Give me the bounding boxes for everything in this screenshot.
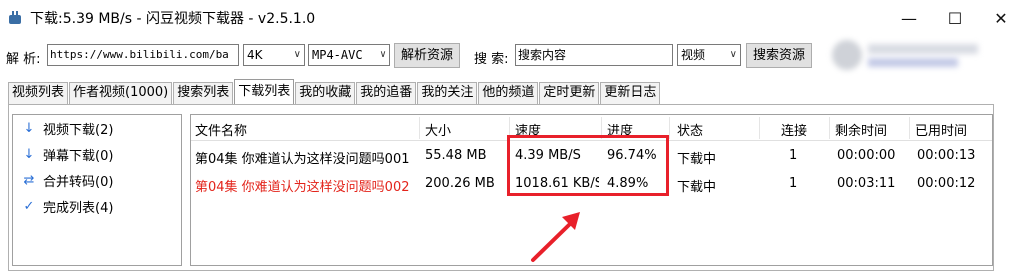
- tab-search-list[interactable]: 搜索列表: [173, 82, 234, 104]
- nav-item-label: 完成列表(4): [43, 200, 114, 216]
- tab-download-list[interactable]: 下载列表: [234, 79, 295, 104]
- nav-item-completed-list[interactable]: ✓ 完成列表(4): [21, 197, 114, 216]
- tab-favorites[interactable]: 我的收藏: [295, 82, 356, 104]
- down-arrow-icon: ↓: [23, 146, 35, 162]
- nav-item-danmaku-download[interactable]: ↓ 弹幕下载(0): [21, 145, 114, 164]
- close-button[interactable]: ✕: [978, 0, 1024, 36]
- highlight-box: [507, 135, 669, 196]
- tab-their-channel[interactable]: 他的频道: [478, 82, 539, 104]
- cell-remaining-time: 00:03:11: [837, 176, 896, 191]
- tab-following[interactable]: 我的关注: [417, 82, 478, 104]
- window-title: 下载:5.39 MB/s - 闪豆视频下载器 - v2.5.1.0: [30, 11, 316, 27]
- title-bar: 下载:5.39 MB/s - 闪豆视频下载器 - v2.5.1.0 — ☐ ✕: [0, 0, 1024, 36]
- nav-item-label: 弹幕下载(0): [43, 148, 114, 164]
- tab-author-videos[interactable]: 作者视频(1000): [69, 82, 173, 104]
- cell-filename: 第04集 你难道认为这样没问题吗001: [195, 152, 410, 167]
- quality-value: 4K: [247, 48, 263, 62]
- maximize-button[interactable]: ☐: [932, 0, 978, 36]
- tab-my-bangumi[interactable]: 我的追番: [356, 82, 417, 104]
- nav-item-video-download[interactable]: ↓ 视频下载(2): [21, 119, 114, 138]
- column-header-status[interactable]: 状态: [677, 120, 703, 139]
- cell-filename: 第04集 你难道认为这样没问题吗002: [195, 180, 410, 195]
- chevron-down-icon: ∨: [729, 49, 737, 60]
- cell-connections: 1: [789, 176, 798, 191]
- download-category-list: ↓ 视频下载(2) ↓ 弹幕下载(0) ⇄ 合并转码(0) ✓ 完成列表(4): [12, 114, 182, 266]
- column-header-elapsed-time[interactable]: 已用时间: [915, 120, 967, 139]
- tab-scheduled-update[interactable]: 定时更新: [539, 82, 600, 104]
- quality-select[interactable]: 4K ∨: [243, 44, 305, 66]
- format-select[interactable]: MP4-AVC ∨: [308, 44, 390, 66]
- chevron-down-icon: ∨: [293, 49, 301, 60]
- cell-remaining-time: 00:00:00: [837, 148, 896, 163]
- nav-item-label: 视频下载(2): [43, 122, 114, 138]
- search-label: 搜 索:: [474, 52, 509, 67]
- cell-elapsed-time: 00:00:13: [917, 148, 976, 163]
- parse-button[interactable]: 解析资源: [394, 43, 460, 68]
- cell-status: 下载中: [677, 152, 717, 167]
- nav-item-label: 合并转码(0): [43, 174, 114, 190]
- search-button[interactable]: 搜索资源: [746, 43, 812, 68]
- column-header-connections[interactable]: 连接: [781, 120, 807, 139]
- search-type-select[interactable]: 视频 ∨: [677, 44, 741, 66]
- cell-size: 55.48 MB: [425, 148, 487, 163]
- cell-connections: 1: [789, 148, 798, 163]
- tab-video-list[interactable]: 视频列表: [8, 82, 69, 104]
- column-header-filename[interactable]: 文件名称: [195, 120, 247, 139]
- app-icon: [8, 11, 22, 25]
- search-type-value: 视频: [681, 48, 706, 62]
- tab-changelog[interactable]: 更新日志: [600, 82, 661, 104]
- blurred-user-avatar: [832, 38, 982, 74]
- search-input[interactable]: 搜索内容: [515, 44, 673, 66]
- nav-item-merge-transcode[interactable]: ⇄ 合并转码(0): [21, 171, 114, 190]
- url-input[interactable]: https://www.bilibili.com/ba: [47, 44, 239, 66]
- cell-size: 200.26 MB: [425, 176, 495, 191]
- column-header-size[interactable]: 大小: [425, 120, 451, 139]
- chevron-down-icon: ∨: [379, 49, 386, 60]
- minimize-button[interactable]: —: [886, 0, 932, 36]
- down-arrow-icon: ↓: [23, 120, 35, 136]
- check-icon: ✓: [23, 198, 35, 214]
- cell-status: 下载中: [677, 180, 717, 195]
- column-header-remaining-time[interactable]: 剩余时间: [835, 120, 887, 139]
- swap-arrows-icon: ⇄: [23, 172, 35, 188]
- tab-bar: 视频列表 作者视频(1000) 搜索列表 下载列表 我的收藏 我的追番 我的关注…: [8, 79, 661, 104]
- cell-elapsed-time: 00:00:12: [917, 176, 976, 191]
- parse-label: 解 析:: [6, 52, 41, 67]
- format-value: MP4-AVC: [312, 48, 363, 62]
